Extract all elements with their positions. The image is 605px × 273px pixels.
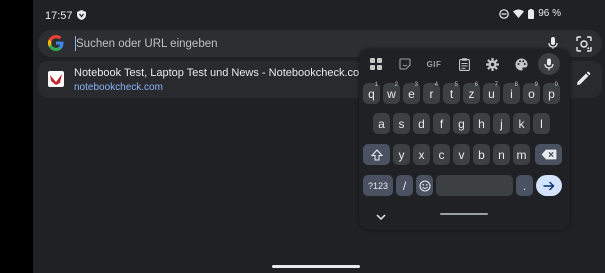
key-a[interactable]: a: [373, 113, 390, 134]
key-label: r: [429, 86, 434, 101]
theme-palette-icon[interactable]: [513, 56, 529, 72]
key-h[interactable]: h: [473, 113, 490, 134]
key-label: i: [510, 86, 513, 101]
gesture-nav-handle[interactable]: [272, 265, 360, 268]
onscreen-keyboard: GIF q1 w2 e3 r4 t5 z6 u7 i8 o9 p0 a s d …: [359, 49, 570, 230]
battery-icon: [528, 8, 535, 19]
backspace-key[interactable]: [535, 144, 562, 165]
key-z[interactable]: z6: [463, 82, 480, 104]
key-g[interactable]: g: [453, 113, 470, 134]
gif-button[interactable]: GIF: [425, 56, 443, 72]
apps-grid-icon[interactable]: [368, 56, 384, 72]
lens-camera-icon[interactable]: [575, 35, 593, 53]
emoji-face-icon: [418, 179, 431, 192]
key-r[interactable]: r4: [423, 82, 440, 104]
key-label: o: [528, 86, 535, 101]
key-hint: 2: [394, 82, 398, 88]
key-label: t: [449, 86, 454, 101]
key-s[interactable]: s: [393, 113, 410, 134]
key-hint: 9: [534, 82, 538, 88]
key-hint: 7: [494, 82, 498, 88]
arrow-right-icon: [543, 181, 555, 190]
key-m[interactable]: m: [513, 144, 530, 165]
text-cursor: [75, 36, 76, 51]
key-o[interactable]: o9: [523, 82, 540, 104]
edit-pencil-icon[interactable]: [575, 71, 591, 87]
do-not-disturb-icon: [499, 8, 510, 19]
suggestion-url: notebookcheck.com: [74, 82, 163, 93]
shift-arrow-icon: [370, 148, 383, 161]
key-b[interactable]: b: [473, 144, 490, 165]
key-v[interactable]: v: [453, 144, 470, 165]
key-hint: 6: [474, 82, 478, 88]
vpn-shield-icon: [77, 10, 86, 23]
key-i[interactable]: i8: [503, 82, 520, 104]
key-u[interactable]: u7: [483, 82, 500, 104]
sticker-icon[interactable]: [397, 56, 413, 72]
key-d[interactable]: d: [413, 113, 430, 134]
key-x[interactable]: x: [413, 144, 430, 165]
key-label: z: [468, 86, 475, 101]
key-q[interactable]: q1: [363, 82, 380, 104]
key-f[interactable]: f: [433, 113, 450, 134]
key-hint: 8: [514, 82, 518, 88]
key-j[interactable]: j: [493, 113, 510, 134]
google-logo-icon: [48, 35, 64, 51]
key-w[interactable]: w2: [383, 82, 400, 104]
key-p[interactable]: p0: [543, 82, 560, 104]
key-hint: 3: [414, 82, 418, 88]
key-label: u: [488, 86, 495, 101]
key-l[interactable]: l: [533, 113, 550, 134]
key-e[interactable]: e3: [403, 82, 420, 104]
key-t[interactable]: t5: [443, 82, 460, 104]
keyboard-mic-icon[interactable]: [538, 53, 560, 75]
shift-key[interactable]: [363, 144, 390, 165]
status-bar: 17:57 96 %: [33, 0, 605, 30]
key-c[interactable]: c: [433, 144, 450, 165]
emoji-key[interactable]: [416, 175, 433, 196]
key-hint: 4: [434, 82, 438, 88]
slash-key[interactable]: /: [396, 175, 413, 196]
chevron-down-icon[interactable]: [375, 209, 387, 221]
status-time: 17:57: [45, 10, 73, 22]
wifi-icon: [513, 9, 525, 18]
key-label: q: [368, 86, 375, 101]
settings-gear-icon[interactable]: [484, 56, 500, 72]
enter-key[interactable]: [536, 175, 562, 196]
status-icons: 96 %: [499, 8, 561, 19]
keyboard-drag-handle[interactable]: [440, 213, 488, 215]
battery-percent: 96 %: [538, 8, 561, 19]
key-label: e: [408, 86, 415, 101]
backspace-icon: [541, 149, 556, 160]
key-y[interactable]: y: [393, 144, 410, 165]
suggestion-title: Notebook Test, Laptop Test und News - No…: [74, 67, 362, 79]
space-bar[interactable]: [436, 175, 513, 196]
period-key[interactable]: .: [516, 175, 533, 196]
key-hint: 5: [454, 82, 458, 88]
notebookcheck-favicon-icon: [48, 71, 64, 87]
key-k[interactable]: k: [513, 113, 530, 134]
key-hint: 0: [554, 82, 558, 88]
key-hint: 1: [374, 82, 378, 88]
clipboard-icon[interactable]: [456, 56, 472, 72]
key-n[interactable]: n: [493, 144, 510, 165]
key-label: w: [387, 86, 396, 101]
left-black-bar: [0, 0, 33, 273]
key-label: p: [548, 86, 555, 101]
symbols-key[interactable]: ?123: [363, 175, 393, 196]
